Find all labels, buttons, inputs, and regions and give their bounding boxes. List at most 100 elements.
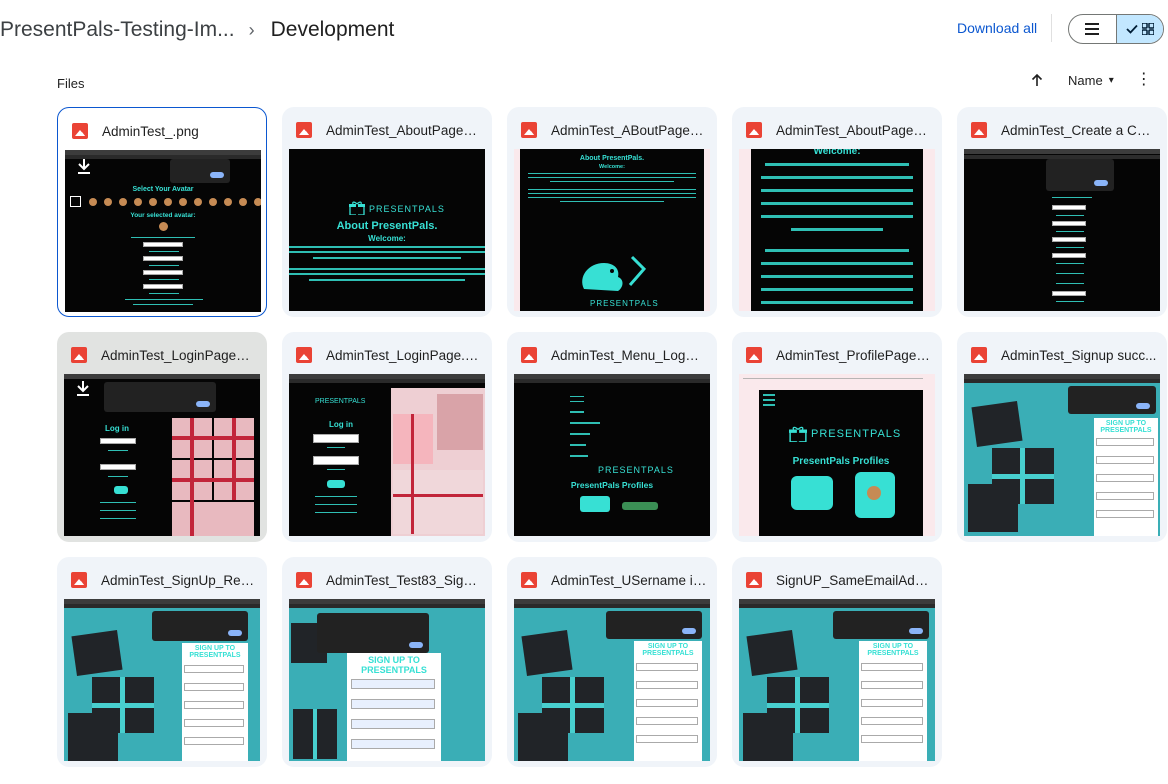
download-icon <box>77 381 89 396</box>
file-name: AdminTest_AboutPage_... <box>326 122 482 138</box>
sort-bar: Name ▾ ⋮ <box>1030 70 1152 90</box>
thumb-heading: SIGN UP TO PRESENTPALS <box>1100 420 1152 434</box>
list-view-button[interactable] <box>1069 15 1117 43</box>
divider <box>1051 14 1052 42</box>
image-file-icon <box>521 347 537 363</box>
breadcrumb: PresentPals-Testing-Im... › Development <box>0 18 394 42</box>
file-name: AdminTest_LoginPage_I... <box>101 347 257 363</box>
brand-text: PRESENTPALS <box>590 299 659 308</box>
file-card-title: AdminTest_LoginPage.p... <box>296 344 482 366</box>
file-card[interactable]: AdminTest_Create a Chi... <box>957 107 1167 317</box>
header: PresentPals-Testing-Im... › Development … <box>0 0 1168 64</box>
file-name: AdminTest_ABoutPage_... <box>551 122 707 138</box>
file-card[interactable]: SignUP_SameEmailAddr... SIGN UP TO PRESE… <box>732 557 942 767</box>
chevron-down-icon[interactable]: ▾ <box>1109 75 1114 86</box>
image-file-icon <box>971 122 987 138</box>
breadcrumb-separator-icon: › <box>248 19 255 40</box>
thumb-heading: SIGN UP TO PRESENTPALS <box>642 643 694 657</box>
file-card[interactable]: AdminTest_Signup succ... SIGN UP TO PRES… <box>957 332 1167 542</box>
file-thumbnail: PRESENTPALS About PresentPals. Welcome: <box>289 149 485 311</box>
file-card-title: AdminTest_SignUp_Req... <box>71 569 257 591</box>
image-file-icon <box>746 572 762 588</box>
thumb-heading: Log in <box>329 420 353 429</box>
file-card-title: AdminTest_Create a Chi... <box>971 119 1157 141</box>
file-card-title: AdminTest_AboutPage_... <box>296 119 482 141</box>
image-file-icon <box>296 122 312 138</box>
section-label: Files <box>57 76 85 91</box>
file-card[interactable]: AdminTest_LoginPage.p... PRESENTPALS Log… <box>282 332 492 542</box>
file-card[interactable]: AdminTest_ProfilePage_... PRESENTPALS Pr… <box>732 332 942 542</box>
file-card[interactable]: AdminTest_AboutPage_... PRESENTPALS Abou… <box>282 107 492 317</box>
breadcrumb-parent[interactable]: PresentPals-Testing-Im... <box>0 18 235 42</box>
file-thumbnail: SIGN UP TO PRESENTPALS <box>289 599 485 761</box>
file-name: AdminTest_Menu_LogO... <box>551 347 707 363</box>
arrow-up-icon[interactable] <box>1030 73 1044 87</box>
file-thumbnail: SIGN UP TO PRESENTPALS <box>964 374 1160 536</box>
grid-icon <box>1141 23 1154 35</box>
file-card-title: AdminTest_AboutPage_... <box>746 119 932 141</box>
file-card[interactable]: AdminTest_Menu_LogO... PRESENTPALS Prese… <box>507 332 717 542</box>
file-thumbnail: PRESENTPALS Log in <box>289 374 485 536</box>
file-card-title: AdminTest_LoginPage_I... <box>71 344 257 366</box>
image-file-icon <box>746 347 762 363</box>
more-icon[interactable]: ⋮ <box>1136 72 1152 88</box>
file-card[interactable]: AdminTest_USername is... SIGN UP TO PRES… <box>507 557 717 767</box>
file-card[interactable]: AdminTest_.png Select Your Avatar Your s… <box>57 107 267 317</box>
thumb-heading: PresentPals Profiles <box>792 456 890 467</box>
file-card-title: AdminTest_ProfilePage_... <box>746 344 932 366</box>
thumb-heading: About PresentPals. <box>579 155 645 162</box>
thumb-heading: Log in <box>105 424 129 433</box>
file-card[interactable]: AdminTest_Test83_Sign... SIGN UP TO PRES… <box>282 557 492 767</box>
brand-text: PRESENTPALS <box>811 428 902 440</box>
brand-text: PRESENTPALS <box>315 398 366 405</box>
file-card-title: AdminTest_Menu_LogO... <box>521 344 707 366</box>
file-name: AdminTest_LoginPage.p... <box>326 347 482 363</box>
thumb-heading: SIGN UP TO PRESENTPALS <box>189 645 241 659</box>
image-file-icon <box>296 572 312 588</box>
file-name: AdminTest_USername is... <box>551 572 707 588</box>
breadcrumb-current[interactable]: Development <box>271 18 395 42</box>
image-file-icon <box>746 122 762 138</box>
list-icon <box>1085 23 1100 35</box>
file-thumbnail: SIGN UP TO PRESENTPALS <box>64 599 260 761</box>
file-card-title: SignUP_SameEmailAddr... <box>746 569 932 591</box>
brand-text: PRESENTPALS <box>598 465 674 475</box>
file-thumbnail: SIGN UP TO PRESENTPALS <box>514 599 710 761</box>
file-thumbnail: SIGN UP TO PRESENTPALS <box>739 599 935 761</box>
check-icon <box>1126 24 1138 34</box>
file-card[interactable]: AdminTest_AboutPage_... Welcome: <box>732 107 942 317</box>
file-name: AdminTest_Signup succ... <box>1001 347 1157 363</box>
image-file-icon <box>71 347 87 363</box>
file-thumbnail: Log in <box>64 374 260 536</box>
image-file-icon <box>521 122 537 138</box>
download-icon <box>78 159 90 174</box>
file-card[interactable]: AdminTest_LoginPage_I... Log in <box>57 332 267 542</box>
brand-text: PRESENTPALS <box>369 204 445 214</box>
file-thumbnail: Welcome: <box>739 149 935 311</box>
file-card-title: AdminTest_.png <box>72 120 256 142</box>
file-name: AdminTest_AboutPage_... <box>776 122 932 138</box>
file-name: AdminTest_Create a Chi... <box>1001 122 1157 138</box>
image-file-icon <box>521 572 537 588</box>
file-name: SignUP_SameEmailAddr... <box>776 572 932 588</box>
image-file-icon <box>71 572 87 588</box>
gift-logo-icon <box>789 426 807 442</box>
file-name: AdminTest_Test83_Sign... <box>326 572 482 588</box>
thumb-subheading: Welcome: <box>813 149 861 157</box>
file-thumbnail: Select Your Avatar Your selected avatar: <box>65 150 261 312</box>
thumb-heading: SIGN UP TO PRESENTPALS <box>867 643 919 657</box>
download-all-button[interactable]: Download all <box>957 20 1037 36</box>
file-card[interactable]: AdminTest_ABoutPage_... About PresentPal… <box>507 107 717 317</box>
view-toggle <box>1068 14 1164 44</box>
sort-field-button[interactable]: Name <box>1068 73 1103 88</box>
file-name: AdminTest_.png <box>102 123 199 139</box>
thumb-heading: PresentPals Profiles <box>570 480 654 490</box>
file-name: AdminTest_SignUp_Req... <box>101 572 257 588</box>
image-file-icon <box>971 347 987 363</box>
file-card[interactable]: AdminTest_SignUp_Req... SIGN UP TO PRESE… <box>57 557 267 767</box>
image-file-icon <box>72 123 88 139</box>
grid-view-button[interactable] <box>1116 15 1163 43</box>
file-thumbnail: PRESENTPALS PresentPals Profiles <box>514 374 710 536</box>
file-card-title: AdminTest_Test83_Sign... <box>296 569 482 591</box>
image-file-icon <box>296 347 312 363</box>
